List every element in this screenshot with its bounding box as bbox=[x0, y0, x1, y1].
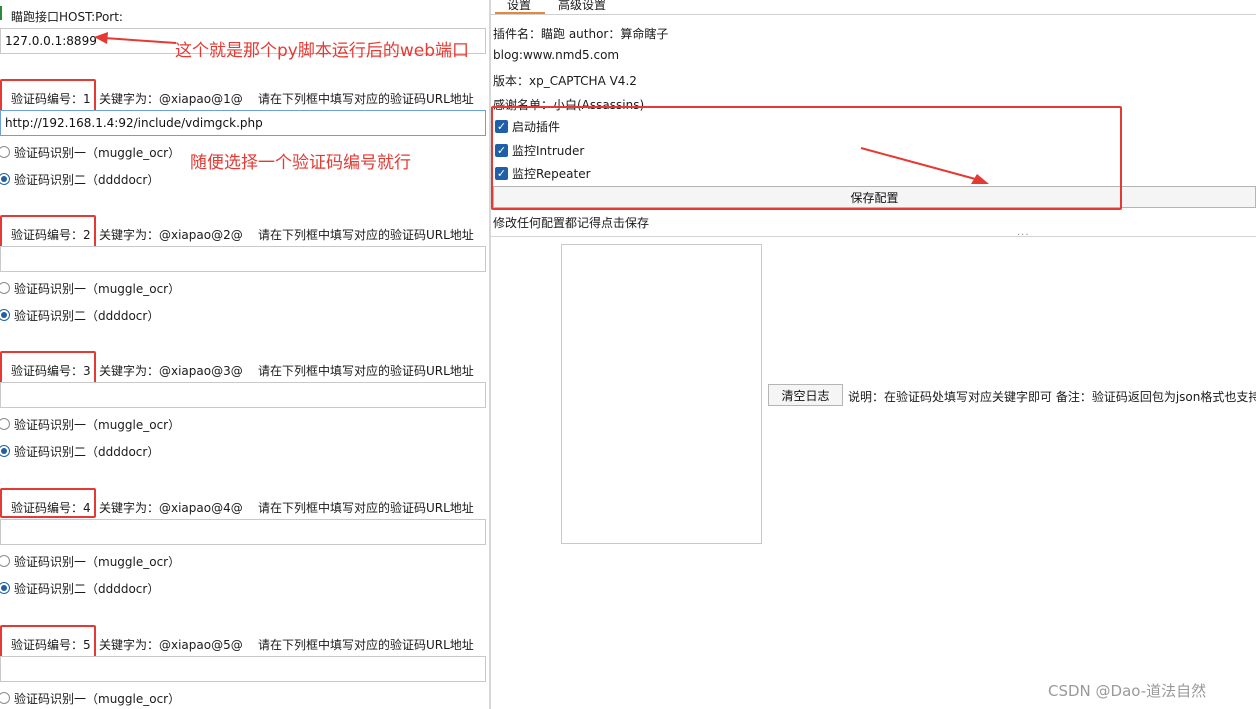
captcha-url-input[interactable] bbox=[0, 246, 486, 272]
host-annotation: 这个就是那个py脚本运行后的web端口 bbox=[175, 41, 470, 61]
option-label: 验证码识别二（ddddocr） bbox=[14, 308, 160, 323]
log-area-divider bbox=[491, 236, 1256, 237]
captcha-url-input[interactable] bbox=[0, 110, 486, 136]
tab-bar-divider bbox=[491, 14, 1256, 15]
radio-icon[interactable] bbox=[0, 418, 10, 430]
captcha-url-input[interactable] bbox=[0, 656, 486, 682]
option-label: 验证码识别一（muggle_ocr） bbox=[14, 554, 181, 569]
radio-icon[interactable] bbox=[0, 445, 10, 457]
captcha-keyword: 关键字为：@xiapao@4@ bbox=[99, 501, 243, 515]
captcha-url-hint: 请在下列框中填写对应的验证码URL地址 bbox=[258, 638, 474, 652]
version-text: 版本：xp_CAPTCHA V4.2 bbox=[493, 74, 637, 88]
tab-advanced-settings[interactable]: 高级设置 bbox=[558, 0, 606, 14]
settings-highlight-box bbox=[491, 106, 1122, 210]
captcha-option-ddddocr[interactable]: 验证码识别二（ddddocr） bbox=[0, 305, 159, 325]
captcha-keyword: 关键字为：@xiapao@2@ bbox=[99, 228, 243, 242]
plugin-name: 插件名：瞄跑 author：算命瞎子 bbox=[493, 27, 669, 41]
radio-icon[interactable] bbox=[0, 555, 10, 567]
captcha-option-ddddocr[interactable]: 验证码识别二（ddddocr） bbox=[0, 441, 159, 461]
radio-icon[interactable] bbox=[0, 146, 10, 158]
captcha-keyword: 关键字为：@xiapao@1@ bbox=[99, 92, 243, 106]
radio-icon[interactable] bbox=[0, 582, 10, 594]
splitter-grip-icon[interactable]: ··· bbox=[1017, 230, 1030, 241]
usage-note: 说明：在验证码处填写对应关键字即可 备注：验证码返回包为json格式也支持 bbox=[848, 390, 1256, 404]
host-label: 瞄跑接口HOST:Port: bbox=[11, 10, 123, 24]
captcha-url-hint: 请在下列框中填写对应的验证码URL地址 bbox=[258, 228, 474, 242]
captcha-image-preview bbox=[561, 244, 762, 544]
captcha-option-ddddocr[interactable]: 验证码识别二（ddddocr） bbox=[0, 578, 159, 598]
captcha-keyword: 关键字为：@xiapao@3@ bbox=[99, 364, 243, 378]
save-hint: 修改任何配置都记得点击保存 bbox=[493, 216, 650, 230]
captcha-url-hint: 请在下列框中填写对应的验证码URL地址 bbox=[258, 364, 474, 378]
captcha-url-input[interactable] bbox=[0, 382, 486, 408]
captcha-url-hint: 请在下列框中填写对应的验证码URL地址 bbox=[258, 92, 474, 106]
left-tab-marker bbox=[0, 6, 2, 20]
captcha-url-input[interactable] bbox=[0, 519, 486, 545]
option-label: 验证码识别二（ddddocr） bbox=[14, 444, 160, 459]
option-label: 验证码识别二（ddddocr） bbox=[14, 172, 160, 187]
option-label: 验证码识别一（muggle_ocr） bbox=[14, 417, 181, 432]
captcha-option-ddddocr[interactable]: 验证码识别二（ddddocr） bbox=[0, 169, 159, 189]
select-annotation: 随便选择一个验证码编号就行 bbox=[190, 153, 411, 173]
option-label: 验证码识别一（muggle_ocr） bbox=[14, 691, 181, 706]
option-label: 验证码识别二（ddddocr） bbox=[14, 581, 160, 596]
captcha-number-label: 验证码编号：4 bbox=[11, 501, 91, 515]
captcha-number-label: 验证码编号：2 bbox=[11, 228, 91, 242]
arrow-to-host-icon bbox=[94, 32, 177, 44]
settings-pane: 设置 高级设置 插件名：瞄跑 author：算命瞎子 blog:www.nmd5… bbox=[491, 0, 1256, 709]
radio-icon[interactable] bbox=[0, 173, 10, 185]
captcha-option-muggle[interactable]: 验证码识别一（muggle_ocr） bbox=[0, 414, 180, 434]
watermark: CSDN @Dao-道法自然 bbox=[1048, 682, 1207, 700]
captcha-number-label: 验证码编号：1 bbox=[11, 92, 91, 106]
captcha-option-muggle[interactable]: 验证码识别一（muggle_ocr） bbox=[0, 551, 180, 571]
captcha-option-muggle[interactable]: 验证码识别一（muggle_ocr） bbox=[0, 688, 180, 708]
radio-icon[interactable] bbox=[0, 282, 10, 294]
captcha-number-label: 验证码编号：5 bbox=[11, 638, 91, 652]
captcha-option-muggle[interactable]: 验证码识别一（muggle_ocr） bbox=[0, 278, 180, 298]
blog-url: blog:www.nmd5.com bbox=[493, 48, 620, 62]
captcha-config-pane: 瞄跑接口HOST:Port: 这个就是那个py脚本运行后的web端口 验证码编号… bbox=[0, 0, 489, 709]
captcha-keyword: 关键字为：@xiapao@5@ bbox=[99, 638, 243, 652]
captcha-number-label: 验证码编号：3 bbox=[11, 364, 91, 378]
radio-icon[interactable] bbox=[0, 309, 10, 321]
option-label: 验证码识别一（muggle_ocr） bbox=[14, 281, 181, 296]
captcha-option-muggle[interactable]: 验证码识别一（muggle_ocr） bbox=[0, 142, 180, 162]
radio-icon[interactable] bbox=[0, 692, 10, 704]
option-label: 验证码识别一（muggle_ocr） bbox=[14, 145, 181, 160]
clear-log-button[interactable]: 清空日志 bbox=[768, 384, 843, 406]
captcha-url-hint: 请在下列框中填写对应的验证码URL地址 bbox=[258, 501, 474, 515]
arrow-to-save-icon bbox=[860, 147, 989, 184]
